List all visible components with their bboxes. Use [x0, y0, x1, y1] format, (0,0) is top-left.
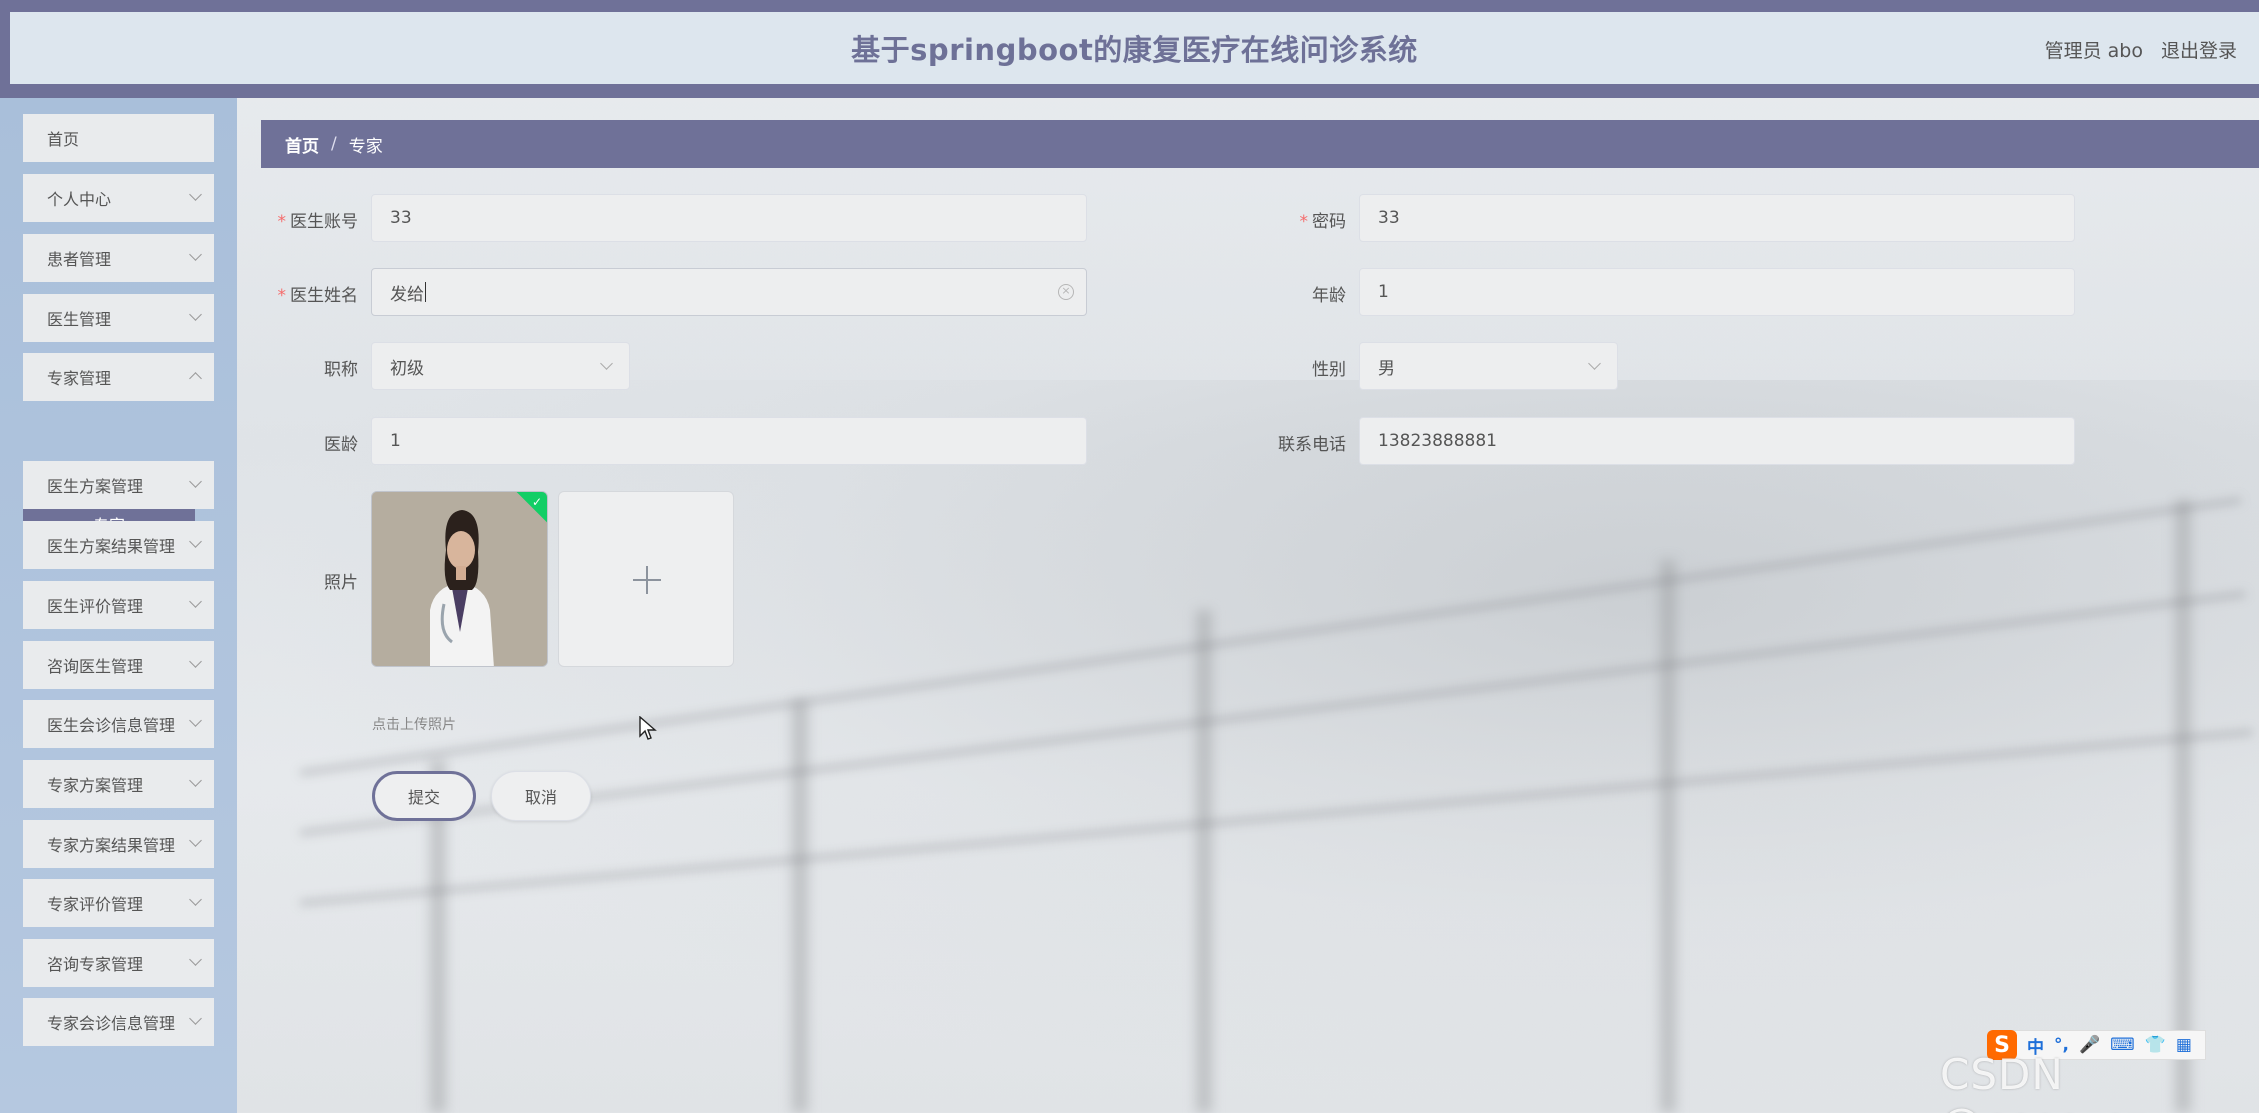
chevron-down-icon — [189, 893, 202, 906]
sidebar-item-label: 首页 — [47, 130, 80, 149]
breadcrumb-home[interactable]: 首页 — [285, 132, 319, 157]
breadcrumb-separator: / — [331, 134, 337, 154]
uploaded-photo[interactable]: ✓ — [371, 491, 548, 667]
breadcrumb-current: 专家 — [348, 136, 383, 157]
sidebar-item-consult-doctor[interactable]: 咨询医生管理 — [23, 641, 214, 689]
upload-hint: 点击上传照片 — [372, 717, 456, 733]
current-user: 管理员 abo — [2044, 40, 2143, 62]
sidebar-item-doctor-plan[interactable]: 医生方案管理 — [23, 461, 214, 509]
sidebar-item-label: 医生评价管理 — [47, 597, 144, 616]
chevron-up-icon — [189, 372, 202, 385]
sidebar-item-label: 专家方案结果管理 — [47, 836, 176, 855]
chevron-down-icon — [189, 248, 202, 261]
submit-button[interactable]: 提交 — [372, 771, 476, 821]
phone-value: 13823888881 — [1378, 431, 1497, 451]
sidebar-item-expert-consultation[interactable]: 专家会诊信息管理 — [23, 998, 214, 1046]
sidebar-item-label: 患者管理 — [47, 250, 112, 269]
sidebar-item-expert-review[interactable]: 专家评价管理 — [23, 879, 214, 927]
experience-label: 医龄 — [324, 435, 358, 455]
phone-label: 联系电话 — [1278, 435, 1346, 455]
chevron-down-icon — [189, 834, 202, 847]
sidebar-item-label: 个人中心 — [47, 190, 112, 209]
chevron-down-icon — [600, 357, 613, 370]
sidebar-item-label: 专家管理 — [47, 369, 112, 388]
breadcrumb: 首页 / 专家 — [261, 120, 2259, 168]
sidebar-item-expert-management[interactable]: 专家管理 — [23, 353, 214, 401]
title-label: 职称 — [324, 360, 358, 380]
cancel-button[interactable]: 取消 — [491, 771, 591, 821]
logout-link[interactable]: 退出登录 — [2161, 36, 2237, 63]
account-label: * 医生账号 — [277, 212, 359, 232]
password-value: 33 — [1378, 208, 1400, 228]
gender-value: 男 — [1378, 358, 1395, 379]
app-header: 基于springboot的康复医疗在线问诊系统 管理员 abo 退出登录 — [10, 12, 2259, 84]
age-label: 年龄 — [1312, 286, 1346, 306]
required-mark: * — [1299, 212, 1309, 232]
sidebar-item-label: 专家方案管理 — [47, 776, 144, 795]
chevron-down-icon — [189, 308, 202, 321]
sidebar-item-doctor-management[interactable]: 医生管理 — [23, 294, 214, 342]
sidebar-item-doctor-review[interactable]: 医生评价管理 — [23, 581, 214, 629]
required-mark: * — [277, 212, 287, 232]
chevron-down-icon — [189, 1012, 202, 1025]
sidebar-item-personal-center[interactable]: 个人中心 — [23, 174, 214, 222]
required-mark: * — [277, 286, 287, 306]
chevron-down-icon — [189, 714, 202, 727]
sidebar-item-label: 咨询医生管理 — [47, 657, 144, 676]
watermark: CSDN @cccc_cz — [1940, 1050, 2148, 1113]
app-title: 基于springboot的康复医疗在线问诊系统 — [851, 33, 1418, 67]
chevron-down-icon — [189, 188, 202, 201]
text-caret — [425, 282, 426, 302]
sidebar-item-doctor-plan-result[interactable]: 医生方案结果管理 — [23, 521, 214, 569]
chevron-down-icon — [189, 953, 202, 966]
age-value: 1 — [1378, 282, 1389, 302]
name-value: 发给 — [390, 284, 424, 305]
doctor-portrait-image — [372, 492, 547, 666]
chevron-down-icon — [189, 475, 202, 488]
sidebar-item-expert-plan-result[interactable]: 专家方案结果管理 — [23, 820, 214, 868]
password-input[interactable]: 33 — [1359, 194, 2075, 242]
sidebar-item-label: 医生方案管理 — [47, 477, 144, 496]
title-select[interactable]: 初级 — [371, 342, 630, 390]
sidebar-item-label: 专家评价管理 — [47, 895, 144, 914]
gender-label: 性别 — [1312, 360, 1346, 380]
chevron-down-icon — [1588, 357, 1601, 370]
sidebar: 首页 个人中心 患者管理 医生管理 专家管理 专家 医生方案管理 医生方案结果管… — [0, 98, 237, 1113]
photo-upload-button[interactable] — [558, 491, 734, 667]
sidebar-item-label: 医生管理 — [47, 310, 112, 329]
sidebar-item-expert-plan[interactable]: 专家方案管理 — [23, 760, 214, 808]
chevron-down-icon — [189, 655, 202, 668]
age-input[interactable]: 1 — [1359, 268, 2075, 316]
chevron-down-icon — [189, 535, 202, 548]
name-input[interactable]: 发给 × — [371, 268, 1087, 316]
sidebar-item-label: 医生会诊信息管理 — [47, 716, 176, 735]
phone-input[interactable]: 13823888881 — [1359, 417, 2075, 465]
sidebar-item-consult-expert[interactable]: 咨询专家管理 — [23, 939, 214, 987]
check-icon: ✓ — [531, 495, 542, 509]
clear-icon[interactable]: × — [1058, 284, 1074, 300]
sidebar-item-label: 专家会诊信息管理 — [47, 1014, 176, 1033]
mouse-cursor-icon — [639, 716, 657, 740]
sidebar-item-label: 咨询专家管理 — [47, 955, 144, 974]
account-input[interactable]: 33 — [371, 194, 1087, 242]
title-value: 初级 — [390, 358, 424, 379]
account-value: 33 — [390, 208, 412, 228]
experience-input[interactable]: 1 — [371, 417, 1087, 465]
name-label: * 医生姓名 — [277, 286, 359, 306]
gender-select[interactable]: 男 — [1359, 342, 1618, 390]
photo-label: 照片 — [324, 573, 358, 593]
sidebar-item-label: 医生方案结果管理 — [47, 537, 176, 556]
password-label: * 密码 — [1299, 212, 1347, 232]
sidebar-item-patient-management[interactable]: 患者管理 — [23, 234, 214, 282]
chevron-down-icon — [189, 595, 202, 608]
sidebar-item-doctor-consultation[interactable]: 医生会诊信息管理 — [23, 700, 214, 748]
experience-value: 1 — [390, 431, 401, 451]
chevron-down-icon — [189, 774, 202, 787]
sidebar-item-home[interactable]: 首页 — [23, 114, 214, 162]
